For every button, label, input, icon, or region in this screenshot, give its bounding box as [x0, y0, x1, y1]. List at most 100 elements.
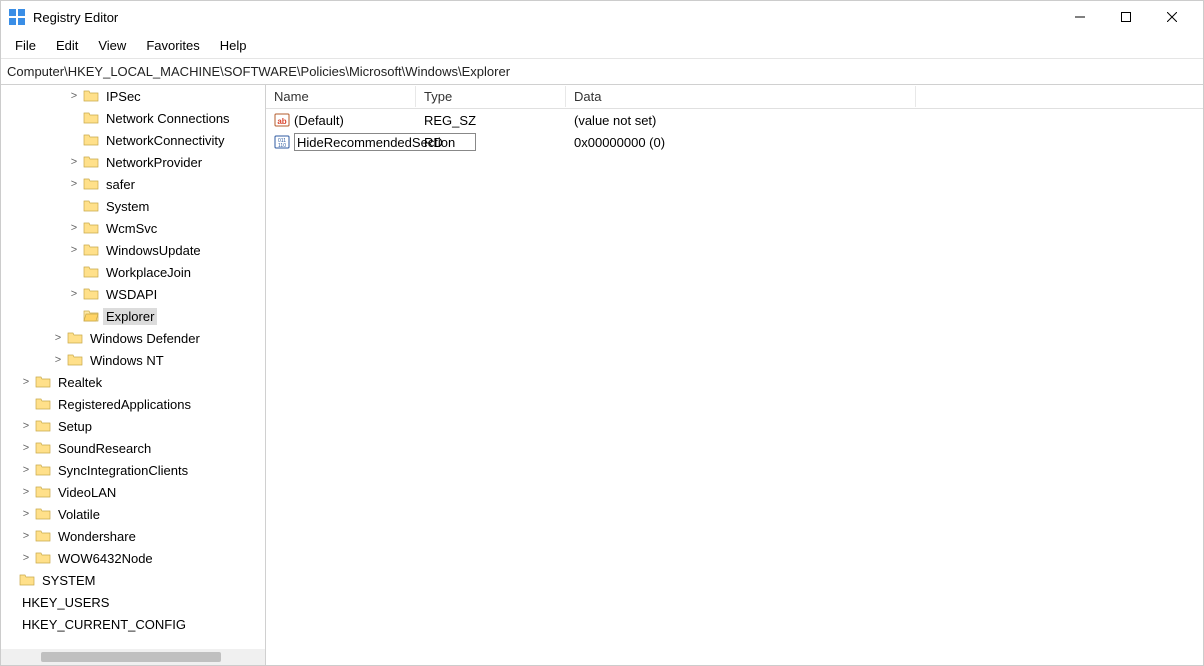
expand-toggle-icon[interactable]: > [19, 485, 33, 499]
tree-node[interactable]: > WcmSvc [1, 217, 265, 239]
expand-toggle-icon[interactable]: > [67, 89, 81, 103]
folder-icon [83, 242, 99, 258]
maximize-button[interactable] [1103, 1, 1149, 33]
tree-node[interactable]: > SyncIntegrationClients [1, 459, 265, 481]
folder-icon [35, 550, 51, 566]
expand-toggle-icon[interactable]: > [67, 221, 81, 235]
tree-node-label: WSDAPI [103, 286, 160, 303]
expand-toggle-icon[interactable]: > [51, 353, 65, 367]
expand-toggle-icon[interactable]: > [67, 155, 81, 169]
tree-node-label: NetworkProvider [103, 154, 205, 171]
expand-toggle-icon[interactable]: > [67, 287, 81, 301]
tree-node[interactable]: SYSTEM [1, 569, 265, 591]
folder-icon [35, 528, 51, 544]
column-type[interactable]: Type [416, 86, 566, 107]
menu-file[interactable]: File [5, 35, 46, 56]
folder-icon [83, 88, 99, 104]
tree-node-label: Wondershare [55, 528, 139, 545]
scrollbar-thumb[interactable] [41, 652, 221, 662]
tree-horizontal-scrollbar[interactable] [1, 649, 265, 665]
tree-node[interactable]: RegisteredApplications [1, 393, 265, 415]
tree-node[interactable]: >Windows Defender [1, 327, 265, 349]
tree-node[interactable]: > VideoLAN [1, 481, 265, 503]
menu-edit[interactable]: Edit [46, 35, 88, 56]
tree-node[interactable]: > WSDAPI [1, 283, 265, 305]
binary-value-icon: 011110 [274, 134, 290, 150]
column-data[interactable]: Data [566, 86, 916, 107]
cell-type: REG_SZ [416, 112, 566, 129]
address-bar[interactable]: Computer\HKEY_LOCAL_MACHINE\SOFTWARE\Pol… [1, 59, 1203, 85]
folder-icon [83, 110, 99, 126]
tree-node[interactable]: > NetworkProvider [1, 151, 265, 173]
expand-toggle-icon[interactable]: > [19, 507, 33, 521]
tree-node[interactable]: Network Connections [1, 107, 265, 129]
menu-favorites[interactable]: Favorites [136, 35, 209, 56]
string-value-icon: ab [274, 112, 290, 128]
tree-node[interactable]: >WindowsUpdate [1, 239, 265, 261]
expand-toggle-icon [67, 199, 81, 213]
expand-toggle-icon[interactable]: > [19, 463, 33, 477]
tree-node-label: Windows NT [87, 352, 167, 369]
tree-pane[interactable]: >IPSecNetwork ConnectionsNetworkConnecti… [1, 85, 266, 665]
tree-node[interactable]: HKEY_USERS [1, 591, 265, 613]
tree-node-label: SyncIntegrationClients [55, 462, 191, 479]
expand-toggle-icon[interactable]: > [19, 551, 33, 565]
folder-icon [83, 176, 99, 192]
cell-data: 0x00000000 (0) [566, 134, 916, 151]
folder-icon [83, 220, 99, 236]
expand-toggle-icon[interactable]: > [67, 177, 81, 191]
registry-editor-window: Registry Editor File Edit View Favorites… [0, 0, 1204, 666]
value-row[interactable]: 011110RD0x00000000 (0) [266, 131, 1203, 153]
expand-toggle-icon[interactable]: > [19, 529, 33, 543]
tree-node-label: HKEY_USERS [19, 594, 112, 611]
folder-icon [35, 374, 51, 390]
tree-node[interactable]: NetworkConnectivity [1, 129, 265, 151]
tree-node-label: Realtek [55, 374, 105, 391]
tree-node[interactable]: >WOW6432Node [1, 547, 265, 569]
folder-icon [35, 440, 51, 456]
address-text: Computer\HKEY_LOCAL_MACHINE\SOFTWARE\Pol… [7, 64, 510, 79]
folder-icon [83, 264, 99, 280]
expand-toggle-icon[interactable]: > [19, 375, 33, 389]
expand-toggle-icon[interactable]: > [19, 419, 33, 433]
tree-node[interactable]: System [1, 195, 265, 217]
expand-toggle-icon [3, 573, 17, 587]
column-name[interactable]: Name [266, 86, 416, 107]
menu-help[interactable]: Help [210, 35, 257, 56]
title-bar: Registry Editor [1, 1, 1203, 33]
menu-view[interactable]: View [88, 35, 136, 56]
tree-node-label: System [103, 198, 152, 215]
close-button[interactable] [1149, 1, 1195, 33]
cell-name: ab(Default) [266, 111, 416, 129]
tree-node[interactable]: Explorer [1, 305, 265, 327]
folder-icon [83, 154, 99, 170]
tree-node-label: WcmSvc [103, 220, 160, 237]
folder-icon [35, 484, 51, 500]
tree-node-label: safer [103, 176, 138, 193]
tree-node[interactable]: > safer [1, 173, 265, 195]
tree-node[interactable]: > Wondershare [1, 525, 265, 547]
minimize-button[interactable] [1057, 1, 1103, 33]
value-row[interactable]: ab(Default)REG_SZ(value not set) [266, 109, 1203, 131]
expand-toggle-icon[interactable]: > [19, 441, 33, 455]
folder-icon [83, 132, 99, 148]
list-pane: Name Type Data ab(Default)REG_SZ(value n… [266, 85, 1203, 665]
tree-node[interactable]: > Windows NT [1, 349, 265, 371]
expand-toggle-icon [3, 617, 17, 631]
expand-toggle-icon[interactable]: > [51, 331, 65, 345]
expand-toggle-icon [67, 111, 81, 125]
tree-node-label: VideoLAN [55, 484, 119, 501]
tree-node[interactable]: > Realtek [1, 371, 265, 393]
expand-toggle-icon[interactable]: > [67, 243, 81, 257]
expand-toggle-icon [3, 595, 17, 609]
tree-node[interactable]: >SoundResearch [1, 437, 265, 459]
folder-icon [67, 352, 83, 368]
svg-text:ab: ab [277, 117, 286, 126]
tree-node[interactable]: >Setup [1, 415, 265, 437]
tree-node[interactable]: >Volatile [1, 503, 265, 525]
folder-icon [83, 286, 99, 302]
folder-icon [35, 396, 51, 412]
tree-node[interactable]: >IPSec [1, 85, 265, 107]
tree-node[interactable]: WorkplaceJoin [1, 261, 265, 283]
tree-node[interactable]: HKEY_CURRENT_CONFIG [1, 613, 265, 635]
